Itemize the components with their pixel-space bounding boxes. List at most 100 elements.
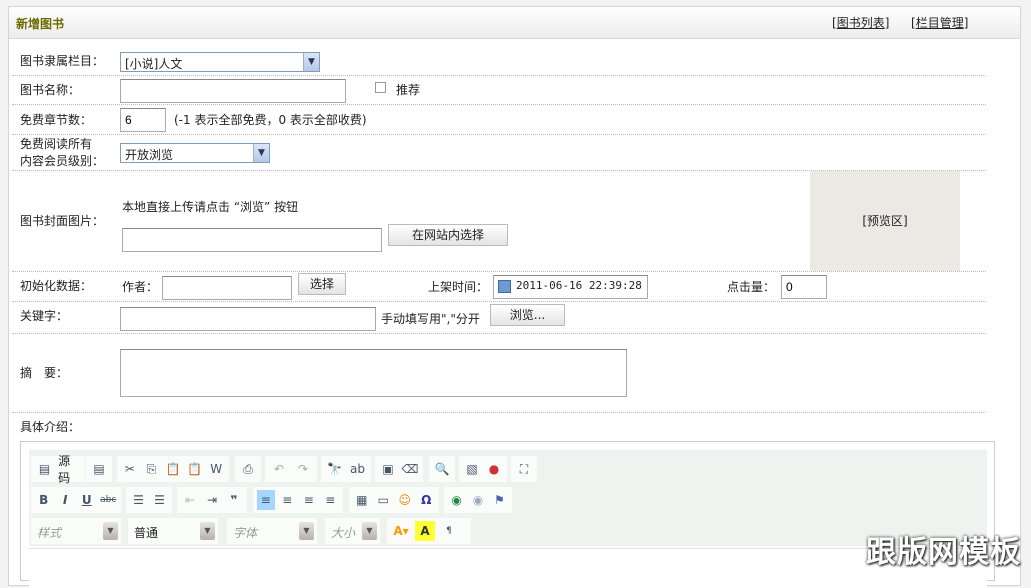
cut-icon[interactable]: ✂ <box>121 459 139 479</box>
panel-header: 新增图书 [图书列表] [栏目管理] <box>9 7 1020 39</box>
choose-author-button[interactable]: 选择 <box>298 273 346 295</box>
member-level-value: 开放浏览 <box>125 148 174 162</box>
recommend-checkbox[interactable] <box>375 82 386 93</box>
image-icon[interactable]: ▧ <box>463 459 481 479</box>
preview-area: [预览区] <box>810 171 960 271</box>
size-combo[interactable]: 大小 ▼ <box>325 518 380 544</box>
clicks-label: 点击量： <box>727 280 776 294</box>
text-color-icon[interactable]: A▾ <box>391 521 411 541</box>
format-combo-label: 普通 <box>134 526 159 540</box>
underline-icon[interactable]: U <box>78 490 96 510</box>
show-blocks-icon[interactable]: ¶ <box>439 521 459 541</box>
align-center-icon[interactable]: ≡ <box>279 490 297 510</box>
select-in-site-button[interactable]: 在网站内选择 <box>388 224 508 246</box>
style-combo[interactable]: 样式 ▼ <box>31 518 121 544</box>
init-data-label: 初始化数据： <box>20 279 93 293</box>
paste-text-icon[interactable]: 📋 <box>186 459 204 479</box>
bold-icon[interactable]: B <box>35 490 53 510</box>
watermark: 跟版网模板 <box>866 535 1021 570</box>
chevron-down-icon: ▼ <box>200 522 215 540</box>
source-label: 源码 <box>58 454 71 485</box>
recommend-label: 推荐 <box>396 83 421 97</box>
free-chapters-hint: (-1 表示全部免费，0 表示全部收费) <box>174 113 367 127</box>
publish-time-label: 上架时间： <box>428 280 489 294</box>
ordered-list-icon[interactable]: ☰ <box>130 490 147 510</box>
category-label: 图书隶属栏目： <box>20 54 105 68</box>
author-input[interactable] <box>162 276 292 300</box>
paste-word-icon[interactable]: W <box>207 459 225 479</box>
paste-icon[interactable]: 📋 <box>164 459 182 479</box>
undo-icon[interactable]: ↶ <box>269 459 289 479</box>
select-all-icon[interactable]: ▣ <box>379 459 397 479</box>
editor-toolbar: ▤ 源码 ▤ ✂ ⎘ 📋 📋 W ⎙ ↶ ↷ 🔭 ab ▣ ⌫ 🔍 ▧ ● ⛶ B I Uabc ☰ ☰… <box>29 450 987 546</box>
category-value: [小说]人文 <box>125 57 183 71</box>
publish-time-value: 2011-06-16 22:39:28 <box>516 279 642 292</box>
format-combo[interactable]: 普通 ▼ <box>128 518 218 544</box>
member-level-label-2: 内容会员级别： <box>20 154 105 168</box>
preview-icon[interactable]: 🔍 <box>433 459 451 479</box>
rich-text-editor: ▤ 源码 ▤ ✂ ⎘ 📋 📋 W ⎙ ↶ ↷ 🔭 ab ▣ ⌫ 🔍 ▧ ● ⛶ B I Uabc ☰ ☰… <box>20 441 995 588</box>
cover-file-input[interactable] <box>122 228 382 252</box>
free-chapters-input[interactable] <box>120 108 166 132</box>
link-icon[interactable]: ◉ <box>448 490 465 510</box>
justify-icon[interactable]: ≡ <box>322 490 340 510</box>
category-select[interactable]: [小说]人文 ▼ <box>120 52 320 72</box>
smiley-icon[interactable]: ☺ <box>396 490 414 510</box>
maximize-icon[interactable]: ⛶ <box>515 459 533 479</box>
name-label: 图书名称： <box>20 83 81 97</box>
calendar-icon <box>498 280 511 293</box>
book-name-input[interactable] <box>120 79 346 103</box>
horizontal-rule-icon[interactable]: ▭ <box>375 490 393 510</box>
replace-icon[interactable]: ab <box>348 459 367 479</box>
keywords-input[interactable] <box>120 307 376 331</box>
keywords-label: 关键字： <box>20 309 69 323</box>
unlink-icon[interactable]: ◉ <box>469 490 486 510</box>
intro-label: 具体介绍： <box>20 420 81 434</box>
size-combo-label: 大小 <box>331 526 356 540</box>
redo-icon[interactable]: ↷ <box>293 459 313 479</box>
chevron-down-icon: ▼ <box>362 522 377 540</box>
summary-textarea[interactable] <box>120 349 627 397</box>
find-icon[interactable]: 🔭 <box>325 459 344 479</box>
chevron-down-icon: ▼ <box>103 522 118 540</box>
keywords-hint: 手动填写用","分开 <box>381 312 480 326</box>
align-left-icon[interactable]: ≡ <box>257 490 275 510</box>
outdent-icon[interactable]: ⇤ <box>181 490 199 510</box>
chevron-down-icon: ▼ <box>253 144 269 162</box>
align-right-icon[interactable]: ≡ <box>300 490 318 510</box>
copy-icon[interactable]: ⎘ <box>143 459 161 479</box>
editor-content-area[interactable] <box>29 548 987 588</box>
strikethrough-icon[interactable]: abc <box>100 490 118 510</box>
member-level-select[interactable]: 开放浏览 ▼ <box>120 143 270 163</box>
font-combo[interactable]: 字体 ▼ <box>227 518 317 544</box>
chevron-down-icon: ▼ <box>299 522 314 540</box>
indent-icon[interactable]: ⇥ <box>203 490 221 510</box>
template-icon[interactable]: ▤ <box>90 459 108 479</box>
blockquote-icon[interactable]: ❞ <box>225 490 243 510</box>
book-list-link[interactable]: 图书列表 <box>837 16 885 30</box>
source-icon: ▤ <box>38 462 51 476</box>
summary-label: 摘 要： <box>20 366 69 380</box>
member-level-label-1: 免费阅读所有 <box>20 137 93 151</box>
browse-button[interactable]: 浏览... <box>490 304 565 326</box>
source-button[interactable]: ▤ 源码 <box>31 454 85 485</box>
page-title: 新增图书 <box>16 17 65 31</box>
publish-time-input[interactable]: 2011-06-16 22:39:28 <box>493 275 648 299</box>
chevron-down-icon: ▼ <box>303 53 319 71</box>
free-chapters-label: 免费章节数： <box>20 113 93 127</box>
author-label: 作者： <box>122 280 159 294</box>
table-icon[interactable]: ▦ <box>353 490 371 510</box>
remove-format-icon[interactable]: ⌫ <box>401 459 419 479</box>
italic-icon[interactable]: I <box>57 490 75 510</box>
cover-label: 图书封面图片： <box>20 214 105 228</box>
style-combo-label: 样式 <box>37 526 62 540</box>
bg-color-icon[interactable]: A <box>415 521 435 541</box>
clicks-input[interactable] <box>781 275 827 299</box>
unordered-list-icon[interactable]: ☰ <box>151 490 168 510</box>
print-icon[interactable]: ⎙ <box>239 459 257 479</box>
cover-hint: 本地直接上传请点击 “浏览” 按钮 <box>122 200 299 214</box>
anchor-flag-icon[interactable]: ⚑ <box>491 490 508 510</box>
special-char-icon[interactable]: Ω <box>418 490 436 510</box>
column-manage-link[interactable]: 栏目管理 <box>916 16 964 30</box>
flash-icon[interactable]: ● <box>485 459 503 479</box>
